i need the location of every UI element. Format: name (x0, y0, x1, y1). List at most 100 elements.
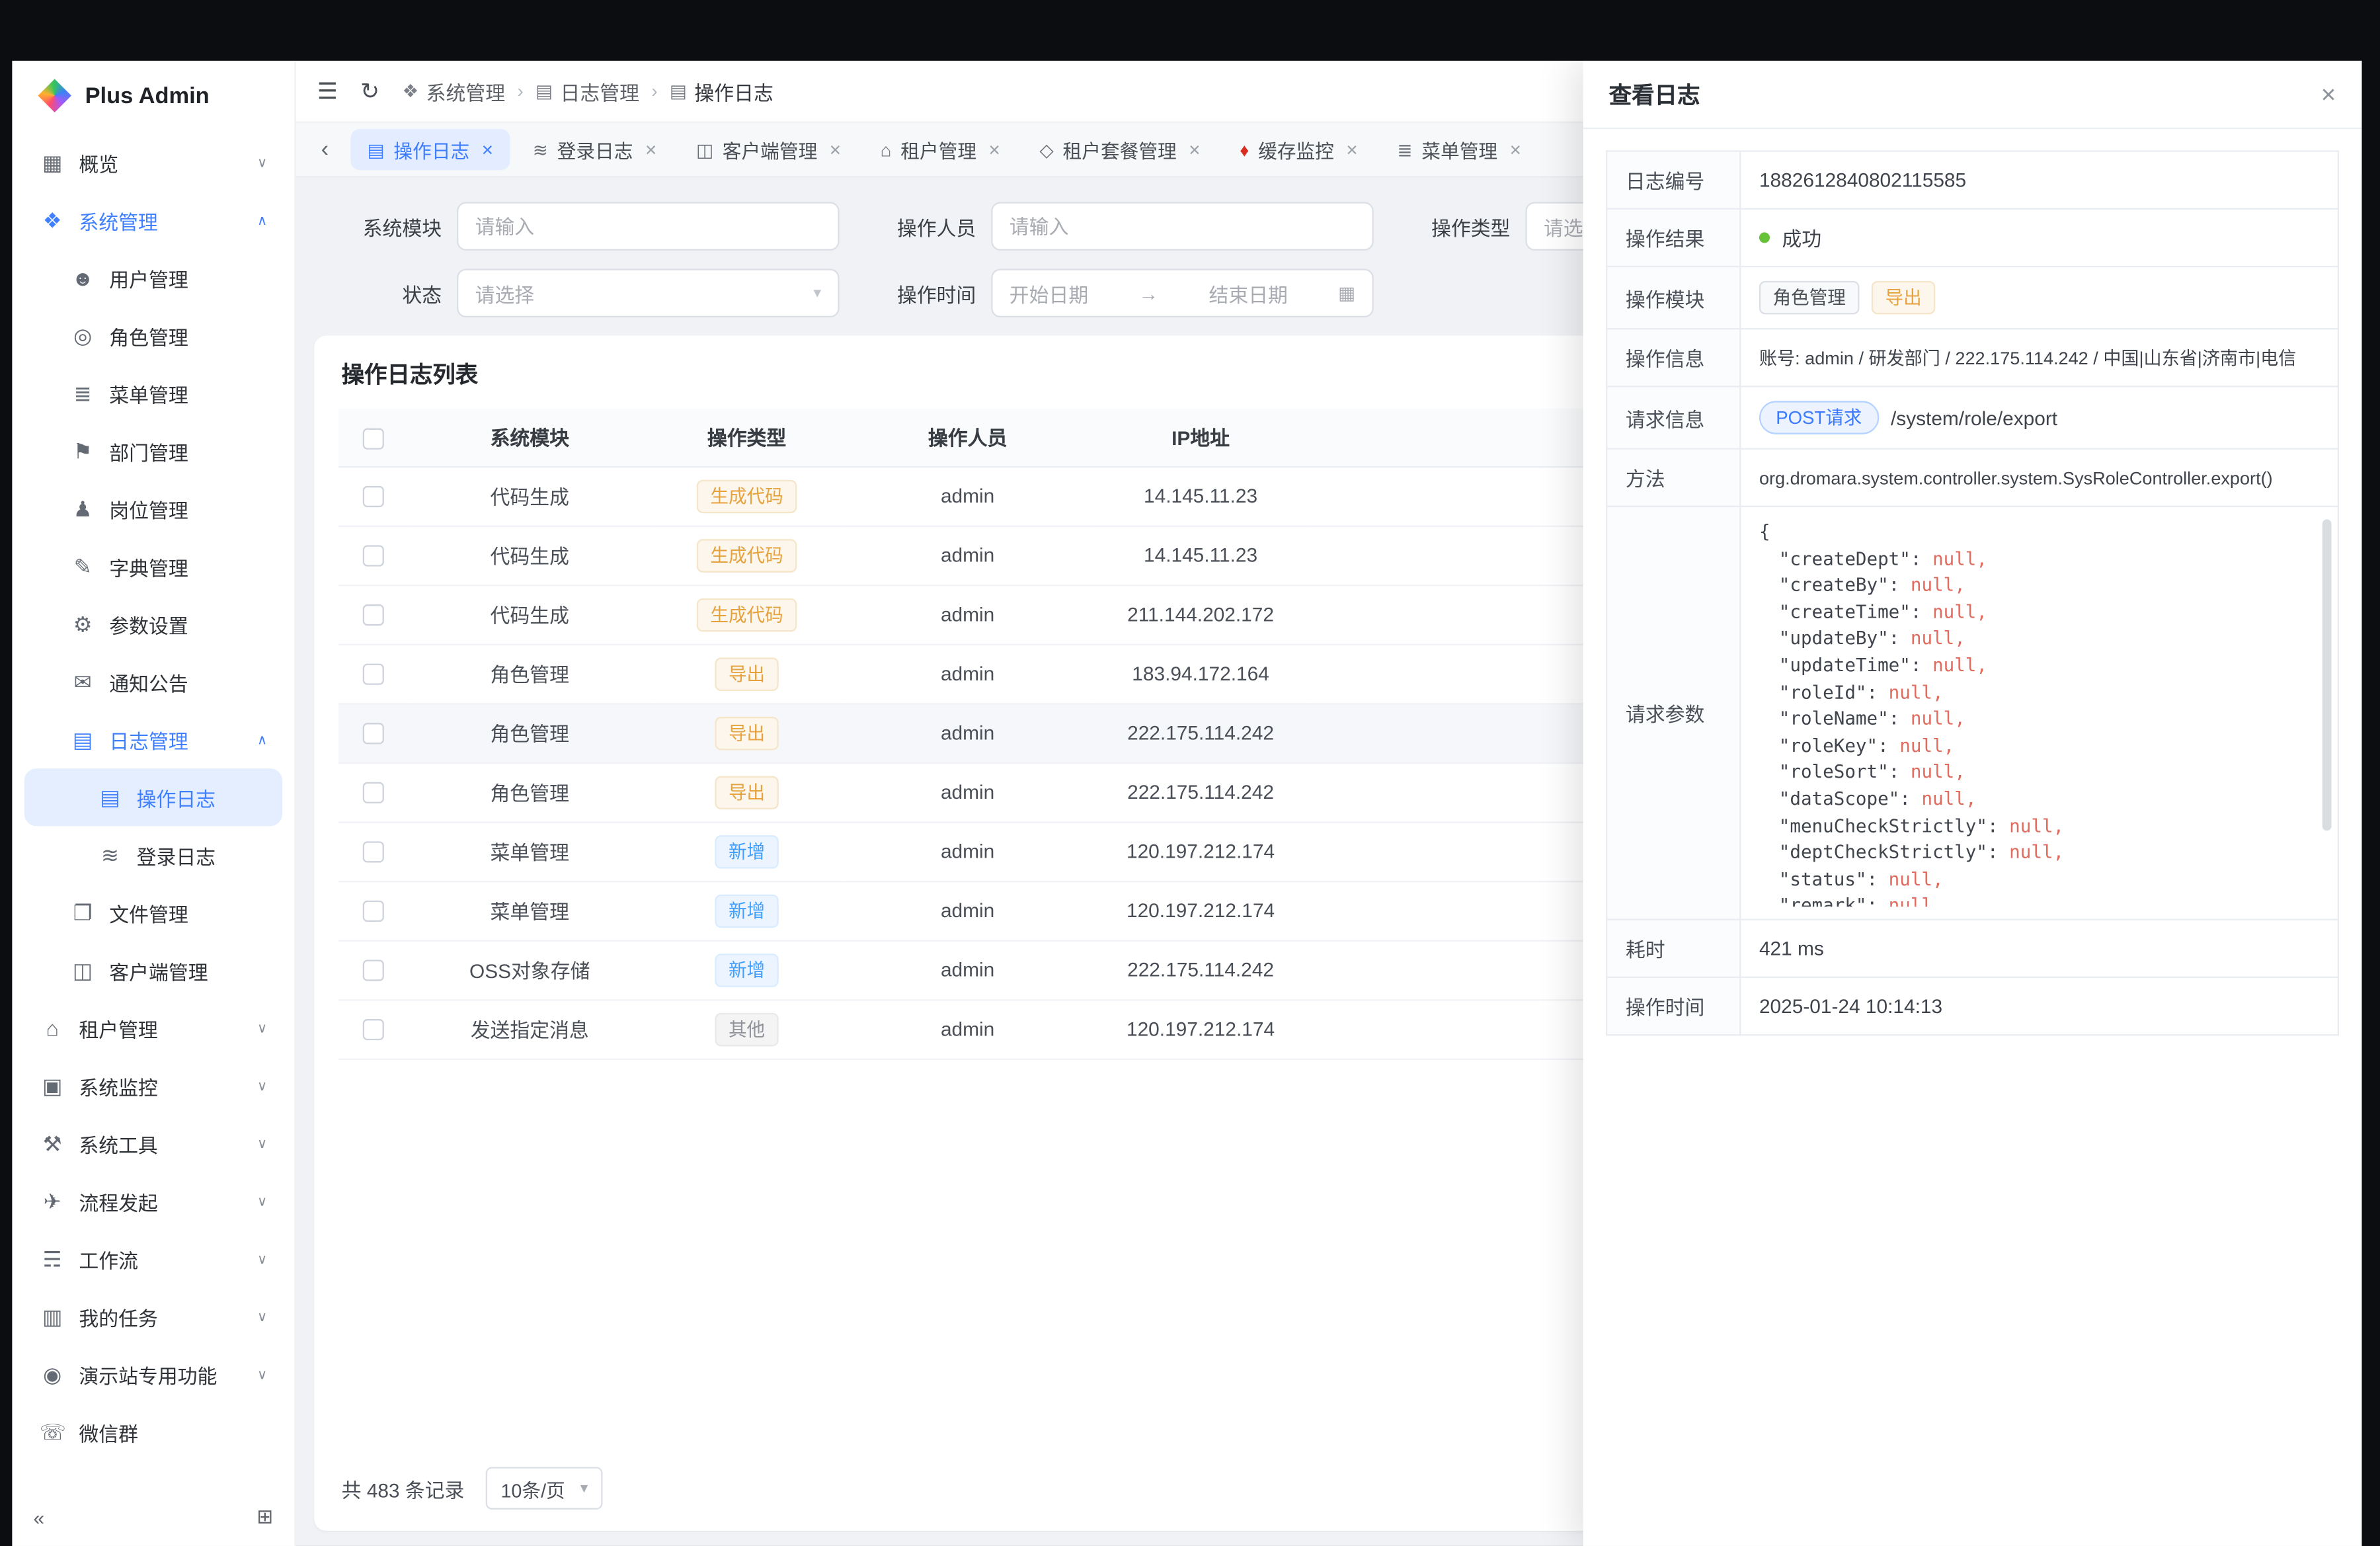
sidebar-item-workflow[interactable]: ☴ 工作流 ∨ (24, 1230, 282, 1287)
cell-module: 角色管理 (409, 703, 651, 762)
operation-log-icon: ▤ (97, 784, 123, 810)
tab-client-management[interactable]: ◫ 客户端管理 × (680, 129, 858, 170)
sidebar-item-log-management[interactable]: ▤ 日志管理 ∧ (24, 711, 282, 768)
detail-row-params: 请求参数 { "createDept": null, "createBy": n… (1606, 507, 2338, 920)
row-checkbox[interactable] (363, 1020, 384, 1041)
module-input-field[interactable] (475, 215, 821, 237)
operator-input[interactable] (991, 202, 1374, 250)
flow-icon: ✈ (40, 1188, 65, 1214)
sidebar-item-file-management[interactable]: ❐ 文件管理 (24, 884, 282, 942)
sidebar: Plus Admin ▦ 概览 ∨ ❖ 系统管理 ∧ ☻ 用户管理 ◎ 角色管理 (12, 61, 296, 1546)
hamburger-icon[interactable]: ☰ (317, 77, 338, 104)
filter-label-type: 操作类型 (1410, 212, 1511, 241)
app-logo[interactable]: Plus Admin (12, 61, 294, 131)
sidebar-item-tenant-management[interactable]: ⌂ 租户管理 ∨ (24, 999, 282, 1057)
detail-row-result: 操作结果 成功 (1606, 209, 2338, 266)
sidebar-item-system-tools[interactable]: ⚒ 系统工具 ∨ (24, 1115, 282, 1172)
row-checkbox[interactable] (363, 960, 384, 981)
sidebar-item-wechat-group[interactable]: ☏ 微信群 (24, 1403, 282, 1461)
total-records-label: 共 483 条记录 (342, 1474, 465, 1503)
scrollbar-thumb[interactable] (2322, 519, 2332, 831)
tab-close-icon[interactable]: × (1509, 138, 1521, 161)
detail-label: 请求参数 (1606, 507, 1740, 920)
sidebar-item-system-monitor[interactable]: ▣ 系统监控 ∨ (24, 1057, 282, 1114)
json-key: "createDept" (1779, 548, 1911, 569)
login-log-icon: ≋ (97, 842, 123, 868)
tab-label: 租户管理 (900, 135, 976, 164)
detail-value-duration: 421 ms (1740, 920, 2338, 977)
close-icon[interactable]: × (2321, 81, 2336, 107)
operator-input-field[interactable] (1010, 215, 1355, 237)
tab-menu-management[interactable]: ≣ 菜单管理 × (1380, 129, 1538, 170)
panel-pin-icon[interactable]: ⊞ (257, 1505, 273, 1529)
breadcrumb-item-log[interactable]: ▤ 日志管理 (536, 77, 639, 106)
tab-close-icon[interactable]: × (830, 138, 841, 161)
cell-ip: 14.145.11.23 (1093, 466, 1308, 526)
detail-label: 方法 (1606, 449, 1740, 507)
tab-close-icon[interactable]: × (1346, 138, 1357, 161)
sidebar-item-post-management[interactable]: ♟ 岗位管理 (24, 480, 282, 538)
sidebar-item-role-management[interactable]: ◎ 角色管理 (24, 307, 282, 364)
page-size-value: 10条/页 (500, 1474, 565, 1503)
select-all-checkbox[interactable] (363, 428, 384, 449)
sidebar-item-my-tasks[interactable]: ▥ 我的任务 ∨ (24, 1288, 282, 1346)
row-checkbox[interactable] (363, 487, 384, 508)
range-arrow-icon: → (1138, 282, 1158, 304)
sidebar-item-overview[interactable]: ▦ 概览 ∨ (24, 134, 282, 191)
tab-tenant-package[interactable]: ◇ 租户套餐管理 × (1023, 129, 1217, 170)
chevron-down-icon: ▾ (814, 285, 822, 302)
sidebar-item-client-management[interactable]: ◫ 客户端管理 (24, 942, 282, 999)
page-size-select[interactable]: 10条/页 ▾ (486, 1467, 604, 1510)
tab-tenant-management[interactable]: ⌂ 租户管理 × (864, 129, 1017, 170)
refresh-icon[interactable]: ↻ (360, 77, 379, 104)
calendar-icon: ▦ (1338, 282, 1355, 304)
status-select[interactable]: 请选择 ▾ (457, 268, 840, 317)
breadcrumb-item-system[interactable]: ❖ 系统管理 (402, 77, 505, 106)
sidebar-item-notice[interactable]: ✉ 通知公告 (24, 653, 282, 711)
tab-login-log[interactable]: ≋ 登录日志 × (516, 129, 673, 170)
row-checkbox[interactable] (363, 664, 384, 685)
row-checkbox[interactable] (363, 842, 384, 863)
module-tag: 角色管理 (1759, 281, 1860, 315)
tab-operation-log[interactable]: ▤ 操作日志 × (350, 129, 510, 170)
json-key: "roleKey" (1779, 735, 1878, 756)
tab-close-icon[interactable]: × (1189, 138, 1200, 161)
json-value: null, (1911, 708, 1965, 729)
detail-value-request-url: /system/role/export (1891, 406, 2057, 428)
sidebar-item-operation-log[interactable]: ▤ 操作日志 (24, 768, 282, 826)
chevron-down-icon: ∨ (257, 1309, 267, 1325)
tabs-scroll-left-icon[interactable]: ‹ (305, 130, 344, 169)
sidebar-item-flow-start[interactable]: ✈ 流程发起 ∨ (24, 1172, 282, 1230)
date-range-input[interactable]: 开始日期 → 结束日期 ▦ (991, 268, 1374, 317)
row-checkbox[interactable] (363, 901, 384, 922)
breadcrumb-item-operation-log: ▤ 操作日志 (670, 77, 774, 106)
sidebar-item-user-management[interactable]: ☻ 用户管理 (24, 249, 282, 307)
collapse-sidebar-icon[interactable]: « (34, 1506, 45, 1528)
sidebar-item-dept-management[interactable]: ⚑ 部门管理 (24, 422, 282, 479)
json-key: "status" (1779, 868, 1867, 889)
tab-close-icon[interactable]: × (482, 138, 493, 161)
row-checkbox[interactable] (363, 723, 384, 745)
sidebar-item-dict-management[interactable]: ✎ 字典管理 (24, 538, 282, 595)
tab-close-icon[interactable]: × (645, 138, 656, 161)
sidebar-item-demo-features[interactable]: ◉ 演示站专用功能 ∨ (24, 1346, 282, 1403)
json-brace: { (1759, 521, 1770, 542)
tab-close-icon[interactable]: × (988, 138, 1000, 161)
request-params-code[interactable]: { "createDept": null, "createBy": null, … (1759, 519, 2317, 907)
cell-ip: 222.175.114.242 (1093, 703, 1308, 762)
row-checkbox[interactable] (363, 546, 384, 567)
row-checkbox[interactable] (363, 605, 384, 626)
file-icon: ❐ (70, 900, 96, 926)
sidebar-item-login-log[interactable]: ≋ 登录日志 (24, 826, 282, 883)
filter-label-module: 系统模块 (342, 212, 442, 241)
sidebar-item-system-management[interactable]: ❖ 系统管理 ∧ (24, 191, 282, 249)
sidebar-item-param-settings[interactable]: ⚙ 参数设置 (24, 595, 282, 653)
json-value: null, (1889, 868, 1944, 889)
view-log-drawer: 查看日志 × 日志编号 1882612840802115585 操作结果 成功 (1583, 61, 2362, 1546)
sidebar-item-label: 通知公告 (109, 667, 188, 696)
row-checkbox[interactable] (363, 782, 384, 803)
cell-module: OSS对象存储 (409, 940, 651, 1000)
tab-cache-monitor[interactable]: ♦ 缓存监控 × (1223, 129, 1374, 170)
module-input[interactable] (457, 202, 840, 250)
sidebar-item-menu-management[interactable]: ≣ 菜单管理 (24, 364, 282, 422)
